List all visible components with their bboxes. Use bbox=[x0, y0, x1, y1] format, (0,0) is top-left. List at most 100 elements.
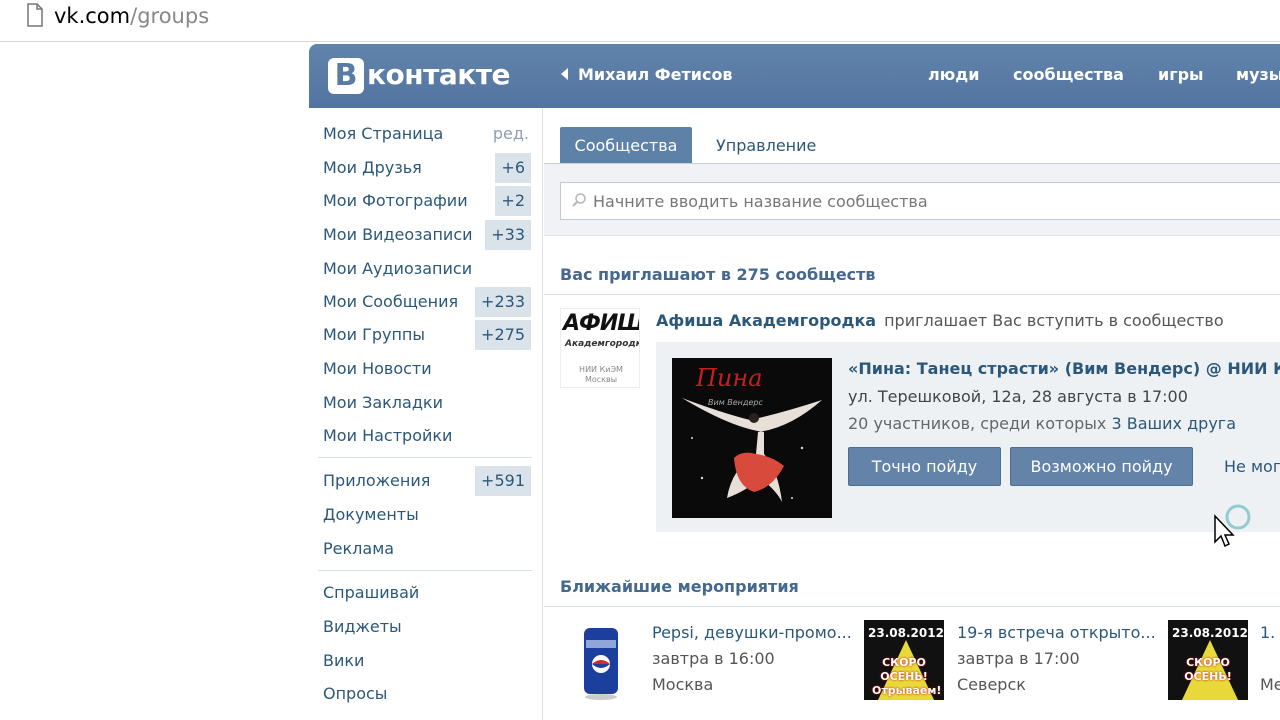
avatar-text: НИИ КиЭМ Москвы bbox=[579, 365, 623, 384]
menu-apps[interactable]: Приложения +591 bbox=[316, 465, 531, 497]
event-thumb[interactable]: 23.08.2012 СКОРО ОСЕНЬ! Отрываем! bbox=[864, 620, 944, 700]
menu-news[interactable]: Мои Новости bbox=[316, 353, 531, 385]
members-text: 20 участников, среди которых bbox=[848, 414, 1112, 433]
back-arrow-icon bbox=[561, 68, 568, 80]
event-title-link[interactable]: 19-я встреча открыто... bbox=[957, 622, 1156, 644]
invites-title: Вас приглашают в 275 сообществ bbox=[560, 265, 876, 284]
count-badge[interactable]: +591 bbox=[475, 466, 531, 496]
menu-label: Моя Страница bbox=[323, 124, 444, 143]
menu-label: Мои Настройки bbox=[323, 426, 453, 445]
nav-music[interactable]: музы bbox=[1236, 64, 1280, 86]
poster-date: 23.08.2012 bbox=[1172, 626, 1248, 640]
event-title-link[interactable]: Pepsi, девушки-промо... bbox=[652, 622, 852, 644]
menu-documents[interactable]: Документы bbox=[316, 499, 531, 531]
menu-videos[interactable]: Мои Видеозаписи +33 bbox=[316, 219, 531, 251]
pepsi-can-image bbox=[584, 628, 618, 700]
event-city: Ме bbox=[1260, 675, 1280, 694]
event-poster[interactable]: Пина Вим Вендерс bbox=[672, 358, 832, 518]
menu-label: Виджеты bbox=[323, 617, 402, 636]
count-badge[interactable]: +275 bbox=[475, 320, 531, 350]
content-border bbox=[542, 108, 543, 720]
event-thumb[interactable]: 23.08.2012 СКОРО ОСЕНЬ! bbox=[1168, 620, 1248, 700]
menu-label: Документы bbox=[323, 505, 419, 524]
upcoming-event[interactable]: 23.08.2012 СКОРО ОСЕНЬ! 1. Ме bbox=[1168, 620, 1280, 702]
menu-divider bbox=[318, 570, 532, 571]
section-divider bbox=[544, 294, 1280, 295]
menu-ask[interactable]: Спрашивай bbox=[316, 577, 531, 609]
menu-label: Мои Аудиозаписи bbox=[323, 259, 473, 278]
menu-divider bbox=[318, 457, 532, 458]
menu-my-page[interactable]: Моя Страница ред. bbox=[316, 118, 531, 150]
menu-friends[interactable]: Мои Друзья +6 bbox=[316, 152, 531, 184]
invite-line: Афиша Академгородка приглашает Вас вступи… bbox=[656, 310, 1224, 332]
url-text[interactable]: vk.com/groups bbox=[54, 2, 209, 30]
menu-widgets[interactable]: Виджеты bbox=[316, 611, 531, 643]
user-name: Михаил Фетисов bbox=[578, 65, 733, 84]
event-title-link[interactable]: «Пина: Танец страсти» (Вим Вендерс) @ НИ… bbox=[848, 358, 1280, 380]
poster-text: СКОРО ОСЕНЬ! bbox=[1184, 656, 1232, 683]
site-header: B контакте Михаил Фетисов люди сообществ… bbox=[309, 44, 1280, 108]
poster-text: СКОРО ОСЕНЬ! Отрываем! bbox=[872, 656, 942, 697]
menu-label: Мои Друзья bbox=[323, 158, 422, 177]
menu-label: Мои Закладки bbox=[323, 393, 443, 412]
upcoming-title: Ближайшие мероприятия bbox=[560, 577, 799, 596]
event-thumb[interactable] bbox=[560, 620, 640, 700]
menu-wiki[interactable]: Вики bbox=[316, 645, 531, 677]
search-input[interactable] bbox=[593, 183, 1273, 219]
menu-polls[interactable]: Опросы bbox=[316, 678, 531, 710]
header-user[interactable]: Михаил Фетисов bbox=[561, 64, 733, 86]
event-title-link[interactable]: 1. bbox=[1260, 622, 1275, 644]
avatar-text: Академгородка bbox=[565, 339, 640, 349]
nav-communities[interactable]: сообщества bbox=[1013, 64, 1124, 86]
group-avatar[interactable]: АФИША Академгородка НИИ КиЭМ Москвы bbox=[560, 308, 640, 388]
menu-audio[interactable]: Мои Аудиозаписи bbox=[316, 253, 531, 285]
event-city: Москва bbox=[652, 675, 714, 694]
edit-link[interactable]: ред. bbox=[493, 122, 529, 146]
count-badge[interactable]: +6 bbox=[495, 153, 531, 183]
maybe-button[interactable]: Возможно пойду bbox=[1010, 447, 1193, 486]
event-time: завтра в 17:00 bbox=[957, 649, 1080, 668]
event-place: ул. Терешковой, 12а, 28 августа в 17:00 bbox=[848, 387, 1188, 406]
menu-label: Мои Новости bbox=[323, 359, 432, 378]
menu-label: Опросы bbox=[323, 684, 388, 703]
poster-date: 23.08.2012 bbox=[868, 626, 944, 640]
nav-games[interactable]: игры bbox=[1158, 64, 1204, 86]
menu-label: Спрашивай bbox=[323, 583, 420, 602]
menu-ads[interactable]: Реклама bbox=[316, 533, 531, 565]
count-badge[interactable]: +2 bbox=[495, 186, 531, 216]
menu-label: Мои Сообщения bbox=[323, 292, 459, 311]
menu-label: Приложения bbox=[323, 471, 431, 490]
logo-icon[interactable]: B bbox=[328, 58, 364, 94]
going-button[interactable]: Точно пойду bbox=[848, 447, 1001, 486]
avatar-text: АФИША bbox=[563, 311, 639, 336]
friends-link[interactable]: 3 Ваших друга bbox=[1111, 414, 1236, 433]
search-box[interactable] bbox=[560, 182, 1280, 220]
section-divider bbox=[544, 606, 1280, 607]
menu-messages[interactable]: Мои Сообщения +233 bbox=[316, 286, 531, 318]
tab-management[interactable]: Управление bbox=[716, 127, 816, 164]
event-members: 20 участников, среди которых 3 Ваших дру… bbox=[848, 413, 1236, 435]
cant-go-link[interactable]: Не могу bbox=[1224, 456, 1280, 478]
cursor-icon bbox=[1214, 504, 1251, 548]
menu-bookmarks[interactable]: Мои Закладки bbox=[316, 387, 531, 419]
page-icon bbox=[27, 3, 43, 27]
event-time: завтра в 16:00 bbox=[652, 649, 775, 668]
browser-address-bar[interactable]: vk.com/groups bbox=[0, 0, 1280, 42]
menu-label: Мои Видеозаписи bbox=[323, 225, 473, 244]
logo-text[interactable]: контакте bbox=[367, 56, 510, 94]
menu-label: Мои Фотографии bbox=[323, 191, 468, 210]
menu-label: Мои Группы bbox=[323, 325, 426, 344]
dancer-image bbox=[682, 398, 822, 502]
menu-label: Вики bbox=[323, 651, 365, 670]
group-name-link[interactable]: Афиша Академгородка bbox=[656, 311, 876, 330]
tab-communities[interactable]: Сообщества bbox=[560, 127, 692, 164]
menu-label: Реклама bbox=[323, 539, 395, 558]
url-path: /groups bbox=[130, 4, 210, 28]
menu-groups[interactable]: Мои Группы +275 bbox=[316, 319, 531, 351]
menu-settings[interactable]: Мои Настройки bbox=[316, 420, 531, 452]
count-badge[interactable]: +33 bbox=[485, 220, 531, 250]
nav-people[interactable]: люди bbox=[928, 64, 979, 86]
menu-photos[interactable]: Мои Фотографии +2 bbox=[316, 185, 531, 217]
search-icon bbox=[572, 193, 586, 207]
count-badge[interactable]: +233 bbox=[475, 287, 531, 317]
